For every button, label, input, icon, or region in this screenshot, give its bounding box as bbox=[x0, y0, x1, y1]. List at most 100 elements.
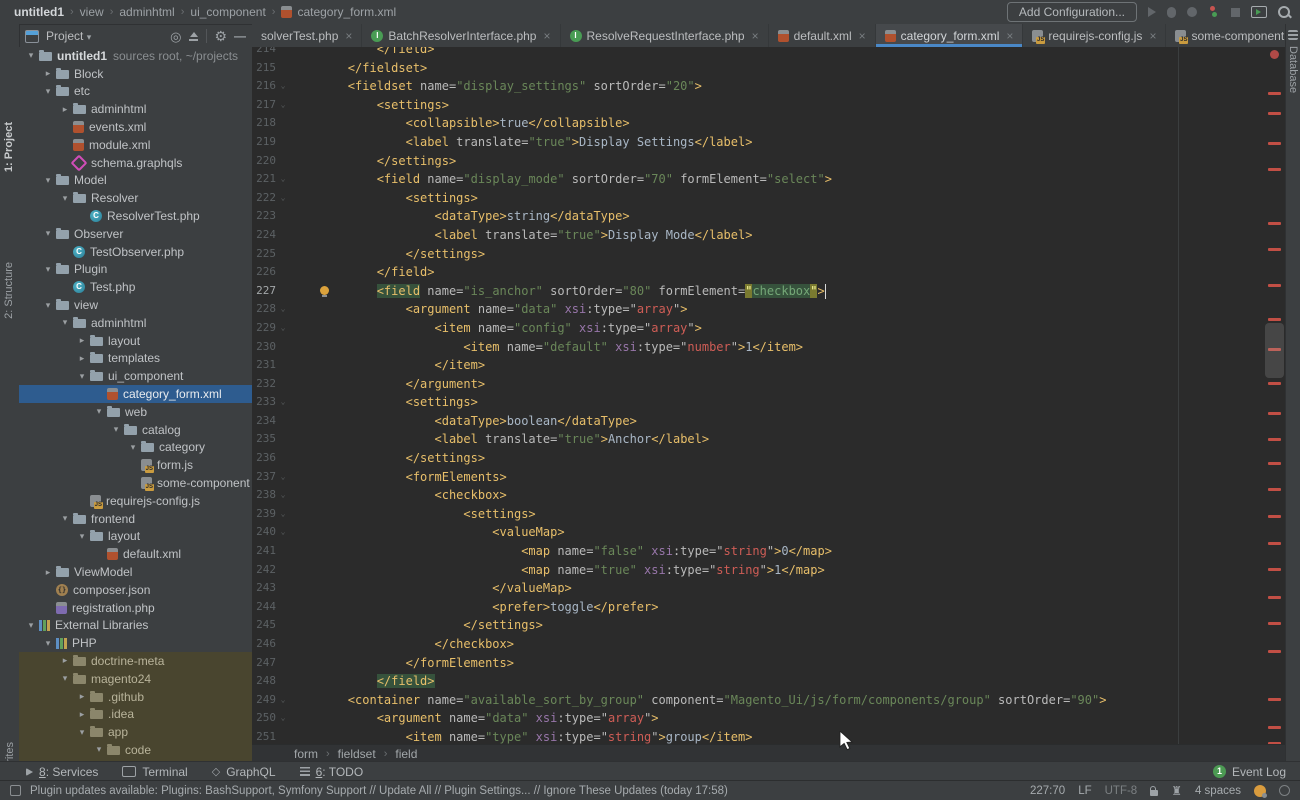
fold-marker-icon[interactable]: ⌄ bbox=[278, 189, 288, 208]
expanded-arrow-icon[interactable]: ▾ bbox=[91, 406, 107, 417]
lock-icon[interactable] bbox=[1150, 790, 1158, 796]
settings-gear-icon[interactable]: ⚙ bbox=[214, 29, 227, 43]
breadcrumb-item[interactable]: ui_component bbox=[190, 5, 265, 19]
error-stripe-mark[interactable] bbox=[1268, 698, 1281, 701]
editor-line-228[interactable]: 228⌄ <argument name="data" xsi:type="arr… bbox=[252, 300, 1286, 319]
fold-marker-icon[interactable]: ⌄ bbox=[278, 77, 288, 96]
tree-item-viewmodel[interactable]: ▸ViewModel bbox=[19, 563, 252, 581]
editor-line-216[interactable]: 216⌄ <fieldset name="display_settings" s… bbox=[252, 77, 1286, 96]
collapse-all-icon[interactable] bbox=[188, 31, 199, 42]
profiler-icon[interactable] bbox=[1187, 7, 1197, 17]
editor-line-226[interactable]: 226 </field> bbox=[252, 263, 1286, 282]
editor-line-215[interactable]: 215 </fieldset> bbox=[252, 59, 1286, 78]
tree-item-adminhtml[interactable]: ▸adminhtml bbox=[19, 100, 252, 118]
editor-line-232[interactable]: 232 </argument> bbox=[252, 375, 1286, 394]
error-stripe-mark[interactable] bbox=[1268, 382, 1281, 385]
error-stripe-mark[interactable] bbox=[1268, 622, 1281, 625]
tree-item--github[interactable]: ▸.github bbox=[19, 688, 252, 706]
error-stripe-mark[interactable] bbox=[1268, 222, 1281, 225]
expanded-arrow-icon[interactable]: ▾ bbox=[23, 620, 39, 631]
tree-item-external-libraries[interactable]: ▾External Libraries bbox=[19, 617, 252, 635]
editor-tab[interactable]: requirejs-config.js× bbox=[1023, 24, 1166, 47]
editor-line-246[interactable]: 246 </checkbox> bbox=[252, 635, 1286, 654]
editor-line-238[interactable]: 238⌄ <checkbox> bbox=[252, 486, 1286, 505]
collapsed-arrow-icon[interactable]: ▸ bbox=[74, 691, 90, 702]
project-panel-title[interactable]: Project ▾ bbox=[46, 29, 91, 43]
editor-line-235[interactable]: 235 <label translate="true">Anchor</labe… bbox=[252, 430, 1286, 449]
error-stripe-mark[interactable] bbox=[1268, 318, 1281, 321]
hide-panel-icon[interactable]: — bbox=[234, 29, 246, 43]
expanded-arrow-icon[interactable]: ▾ bbox=[40, 228, 56, 239]
tree-item-templates[interactable]: ▸templates bbox=[19, 350, 252, 368]
editor-line-236[interactable]: 236 </settings> bbox=[252, 449, 1286, 468]
expanded-arrow-icon[interactable]: ▾ bbox=[40, 264, 56, 275]
editor-line-248[interactable]: 248 </field> bbox=[252, 672, 1286, 691]
tree-item-php[interactable]: ▾PHP bbox=[19, 634, 252, 652]
editor-line-231[interactable]: 231 </item> bbox=[252, 356, 1286, 375]
expanded-arrow-icon[interactable]: ▾ bbox=[91, 744, 107, 755]
editor-breadcrumb-item[interactable]: fieldset bbox=[338, 747, 376, 761]
close-tab-icon[interactable]: × bbox=[752, 29, 759, 43]
scrollbar-thumb[interactable] bbox=[1265, 323, 1284, 378]
changes-icon[interactable] bbox=[1208, 6, 1220, 18]
editor-tab[interactable]: some-component.js× bbox=[1166, 24, 1286, 47]
tree-item-requirejs-config-js[interactable]: requirejs-config.js bbox=[19, 492, 252, 510]
editor-tab[interactable]: IResolveRequestInterface.php× bbox=[561, 24, 769, 47]
tool-window-button-structure[interactable]: 2: Structure bbox=[0, 262, 19, 274]
editor-line-233[interactable]: 233⌄ <settings> bbox=[252, 393, 1286, 412]
expanded-arrow-icon[interactable]: ▾ bbox=[57, 193, 73, 204]
collapsed-arrow-icon[interactable]: ▸ bbox=[40, 68, 56, 79]
tree-item-category-form-xml[interactable]: category_form.xml bbox=[19, 385, 252, 403]
error-stripe-mark[interactable] bbox=[1268, 248, 1281, 251]
tree-item-observer[interactable]: ▾Observer bbox=[19, 225, 252, 243]
tree-item-layout[interactable]: ▸layout bbox=[19, 332, 252, 350]
collapsed-arrow-icon[interactable]: ▸ bbox=[57, 655, 73, 666]
fold-marker-icon[interactable]: ⌄ bbox=[278, 709, 288, 728]
error-stripe-mark[interactable] bbox=[1268, 650, 1281, 653]
error-stripe-mark[interactable] bbox=[1268, 462, 1281, 465]
editor-breadcrumb-item[interactable]: form bbox=[294, 747, 318, 761]
fold-marker-icon[interactable]: ⌄ bbox=[278, 300, 288, 319]
error-stripe-mark[interactable] bbox=[1268, 92, 1281, 95]
error-stripe-mark[interactable] bbox=[1268, 596, 1281, 599]
tree-item-plugin[interactable]: ▾Plugin bbox=[19, 261, 252, 279]
expanded-arrow-icon[interactable]: ▾ bbox=[40, 175, 56, 186]
tool-window-button-database[interactable]: Database bbox=[1287, 46, 1299, 93]
breadcrumb-item[interactable]: untitled1 bbox=[14, 5, 64, 19]
editor-line-214[interactable]: 214 </field> bbox=[252, 47, 1286, 59]
tree-item-default-xml[interactable]: default.xml bbox=[19, 545, 252, 563]
editor-line-251[interactable]: 251 <item name="type" xsi:type="string">… bbox=[252, 728, 1286, 744]
error-stripe-mark[interactable] bbox=[1268, 726, 1281, 729]
status-message[interactable]: Plugin updates available: Plugins: BashS… bbox=[30, 785, 728, 797]
editor-line-237[interactable]: 237⌄ <formElements> bbox=[252, 468, 1286, 487]
collapsed-arrow-icon[interactable]: ▸ bbox=[57, 104, 73, 115]
locate-icon[interactable]: ◎ bbox=[170, 30, 181, 43]
editor-line-230[interactable]: 230 <item name="default" xsi:type="numbe… bbox=[252, 338, 1286, 357]
expanded-arrow-icon[interactable]: ▾ bbox=[40, 300, 56, 311]
fold-marker-icon[interactable]: ⌄ bbox=[278, 505, 288, 524]
editor-line-241[interactable]: 241 <map name="false" xsi:type="string">… bbox=[252, 542, 1286, 561]
breadcrumb-item[interactable]: view bbox=[80, 5, 104, 19]
tree-item-test-php[interactable]: CTest.php bbox=[19, 278, 252, 296]
search-everywhere-icon[interactable] bbox=[1278, 6, 1290, 18]
expanded-arrow-icon[interactable]: ▾ bbox=[57, 317, 73, 328]
tree-item-catalog[interactable]: ▾catalog bbox=[19, 421, 252, 439]
tree-item--idea[interactable]: ▸.idea bbox=[19, 705, 252, 723]
expanded-arrow-icon[interactable]: ▾ bbox=[23, 50, 39, 61]
editor-line-244[interactable]: 244 <prefer>toggle</prefer> bbox=[252, 598, 1286, 617]
editor-line-227[interactable]: 227 <field name="is_anchor" sortOrder="8… bbox=[252, 282, 1286, 301]
tree-item-adminhtml[interactable]: ▾adminhtml bbox=[19, 314, 252, 332]
tree-item-untitled1[interactable]: ▾untitled1sources root, ~/projects bbox=[19, 47, 252, 65]
fold-marker-icon[interactable]: ⌄ bbox=[278, 486, 288, 505]
fold-marker-icon[interactable]: ⌄ bbox=[278, 691, 288, 710]
expanded-arrow-icon[interactable]: ▾ bbox=[74, 727, 90, 738]
editor-line-220[interactable]: 220 </settings> bbox=[252, 152, 1286, 171]
editor[interactable]: 214 </field>215 </fieldset>216⌄ <fieldse… bbox=[252, 47, 1286, 744]
tree-item-category[interactable]: ▾category bbox=[19, 439, 252, 457]
fold-marker-icon[interactable]: ⌄ bbox=[278, 170, 288, 189]
run-anything-icon[interactable] bbox=[1251, 6, 1267, 18]
tree-item-resolvertest-php[interactable]: CResolverTest.php bbox=[19, 207, 252, 225]
error-stripe-mark[interactable] bbox=[1268, 488, 1281, 491]
notifications-icon[interactable] bbox=[1279, 785, 1290, 796]
expanded-arrow-icon[interactable]: ▾ bbox=[125, 442, 141, 453]
